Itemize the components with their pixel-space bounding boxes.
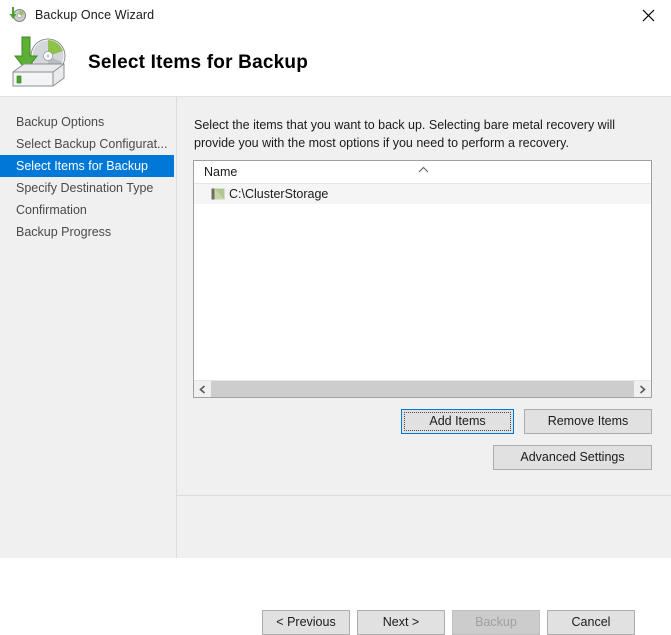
listbox-rows: C:\ClusterStorage (194, 184, 651, 380)
sidebar-item-confirmation[interactable]: Confirmation (0, 199, 174, 221)
sidebar-item-backup-options[interactable]: Backup Options (0, 111, 174, 133)
sidebar-item-select-items-for-backup[interactable]: Select Items for Backup (0, 155, 174, 177)
sidebar-item-specify-destination-type[interactable]: Specify Destination Type (0, 177, 174, 199)
folder-icon (211, 187, 226, 201)
title-bar: Backup Once Wizard (0, 0, 671, 30)
sidebar-item-select-backup-configuration[interactable]: Select Backup Configurat... (0, 133, 174, 155)
scrollbar-track[interactable] (211, 381, 634, 397)
close-icon[interactable] (625, 0, 671, 30)
body-area: Backup Options Select Backup Configurat.… (0, 97, 671, 635)
column-header-name[interactable]: Name (204, 161, 237, 183)
backup-items-listbox[interactable]: Name C:\ClusterStorage (193, 160, 652, 398)
listbox-column-header[interactable]: Name (194, 161, 651, 184)
previous-button[interactable]: < Previous (262, 610, 350, 635)
chevron-right-icon[interactable] (634, 381, 651, 397)
horizontal-scrollbar[interactable] (194, 380, 651, 397)
next-button[interactable]: Next > (357, 610, 445, 635)
scrollbar-thumb[interactable] (211, 381, 634, 397)
chevron-left-icon[interactable] (194, 381, 211, 397)
backup-to-disk-icon (8, 34, 70, 92)
backup-button: Backup (452, 610, 540, 635)
advanced-settings-button[interactable]: Advanced Settings (493, 445, 652, 470)
wizard-sidebar: Backup Options Select Backup Configurat.… (0, 97, 177, 558)
wizard-step-list: Backup Options Select Backup Configurat.… (0, 111, 174, 243)
list-item-label: C:\ClusterStorage (229, 187, 329, 201)
wizard-footer: < Previous Next > Backup Cancel (177, 496, 671, 635)
sidebar-item-backup-progress[interactable]: Backup Progress (0, 221, 174, 243)
content-pane: Select the items that you want to back u… (177, 97, 671, 558)
add-items-button[interactable]: Add Items (401, 409, 514, 434)
list-item[interactable]: C:\ClusterStorage (194, 184, 651, 204)
instructions-text: Select the items that you want to back u… (194, 118, 616, 150)
cancel-button[interactable]: Cancel (547, 610, 635, 635)
backup-disc-icon (7, 5, 27, 25)
backup-once-wizard-window: Backup Once Wizard Select Items for Back… (0, 0, 671, 635)
window-title: Backup Once Wizard (35, 8, 155, 22)
remove-items-button[interactable]: Remove Items (524, 409, 652, 434)
page-title: Select Items for Backup (88, 52, 309, 73)
sort-ascending-icon (418, 162, 429, 173)
header-banner: Select Items for Backup (0, 30, 671, 96)
